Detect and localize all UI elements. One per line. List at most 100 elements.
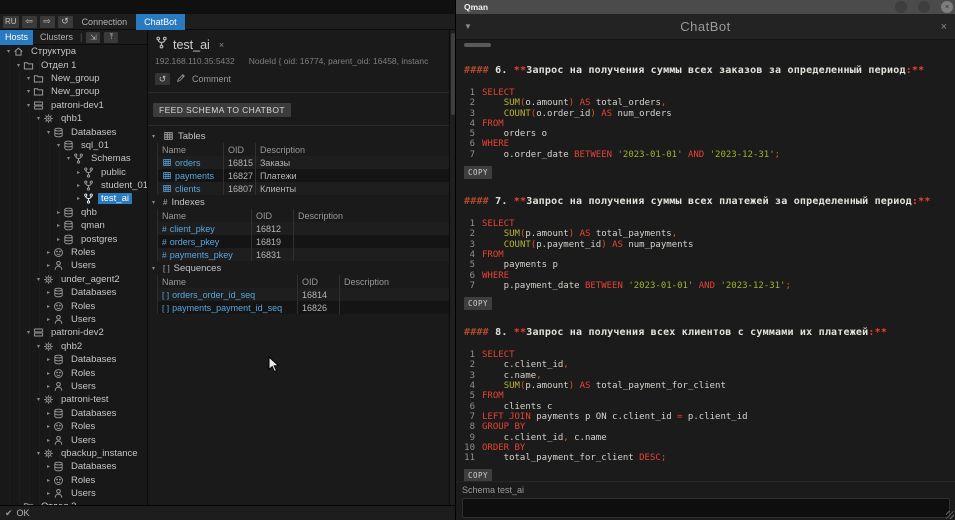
column-header-oid[interactable]: OID — [252, 209, 294, 222]
chatbot-close-icon[interactable]: × — [941, 21, 947, 33]
tree-item-структура[interactable]: ▾Структура — [0, 45, 147, 58]
minimize-button[interactable] — [895, 1, 907, 13]
tree-item-databases[interactable]: ▸Databases — [0, 407, 147, 420]
tab-hosts[interactable]: Hosts — [0, 30, 33, 45]
object-name-cell[interactable]: [ ]orders_order_id_seq — [158, 288, 298, 301]
tree-item-patroni-dev2[interactable]: ▾patroni-dev2 — [0, 326, 147, 339]
tree-item-roles[interactable]: ▸Roles — [0, 474, 147, 487]
object-name-cell[interactable]: [ ]payments_payment_id_seq — [158, 301, 298, 314]
table-row-payments-pkey[interactable]: #payments_pkey16831 — [158, 248, 449, 261]
close-button[interactable]: × — [941, 1, 953, 13]
tree-item-databases[interactable]: ▸Databases — [0, 460, 147, 473]
expanded-arrow-icon[interactable]: ▾ — [152, 265, 159, 272]
tree-item-roles[interactable]: ▸Roles — [0, 299, 147, 312]
collapsed-arrow-icon[interactable]: ▸ — [54, 209, 63, 216]
table-row-orders-pkey[interactable]: #orders_pkey16819 — [158, 235, 449, 248]
resize-grip[interactable] — [946, 511, 954, 519]
table-row-orders-order-id-seq[interactable]: [ ]orders_order_id_seq16814 — [158, 288, 449, 301]
expanded-arrow-icon[interactable]: ▾ — [24, 102, 33, 109]
section-header-tables[interactable]: ▾Tables — [148, 129, 449, 143]
object-name-cell[interactable]: #orders_pkey — [158, 235, 252, 248]
tree-item-qbackup-instance[interactable]: ▾qbackup_instance — [0, 447, 147, 460]
collapsed-arrow-icon[interactable]: ▸ — [44, 410, 53, 417]
tree-item-patroni-dev1[interactable]: ▾patroni-dev1 — [0, 99, 147, 112]
schema-tab-close-icon[interactable]: × — [219, 40, 224, 50]
tree-item-qhb[interactable]: ▸qhb — [0, 206, 147, 219]
collapsed-arrow-icon[interactable]: ▸ — [74, 169, 83, 176]
section-header-indexes[interactable]: ▾#Indexes — [148, 195, 449, 209]
chat-message-input[interactable] — [462, 498, 950, 518]
tree-item-users[interactable]: ▸Users — [0, 313, 147, 326]
expanded-arrow-icon[interactable]: ▾ — [34, 343, 43, 350]
tab-connection[interactable]: Connection — [82, 17, 128, 27]
collapsed-arrow-icon[interactable]: ▸ — [44, 249, 53, 256]
tree-item-schemas[interactable]: ▾Schemas — [0, 152, 147, 165]
tree-item-qhb2[interactable]: ▾qhb2 — [0, 340, 147, 353]
tree-item-users[interactable]: ▸Users — [0, 380, 147, 393]
expanded-arrow-icon[interactable]: ▾ — [152, 133, 159, 140]
tree-item-qman[interactable]: ▸qman — [0, 219, 147, 232]
language-button[interactable]: RU — [3, 16, 19, 28]
table-row-orders[interactable]: orders16815Заказы — [158, 156, 449, 169]
maximize-button[interactable] — [918, 1, 930, 13]
column-header-name[interactable]: Name — [158, 143, 224, 156]
table-row-clients[interactable]: clients16807Клиенты — [158, 182, 449, 195]
tree-item-users[interactable]: ▸Users — [0, 487, 147, 500]
expand-top-button[interactable]: ⤒ — [104, 32, 118, 43]
object-name-cell[interactable]: payments — [158, 169, 224, 182]
object-name-cell[interactable]: #client_pkey — [158, 222, 252, 235]
expanded-arrow-icon[interactable]: ▾ — [24, 329, 33, 336]
column-header-oid[interactable]: OID — [224, 143, 256, 156]
tree-item-postgres[interactable]: ▸postgres — [0, 232, 147, 245]
tree-item-under-agent2[interactable]: ▾under_agent2 — [0, 273, 147, 286]
tree-item-new-group[interactable]: ▾New_group — [0, 85, 147, 98]
tree-item-roles[interactable]: ▸Roles — [0, 366, 147, 379]
tree-item-sql-01[interactable]: ▾sql_01 — [0, 139, 147, 152]
collapsed-arrow-icon[interactable]: ▸ — [44, 437, 53, 444]
tab-clusters[interactable]: Clusters — [37, 32, 76, 42]
collapse-all-button[interactable]: ⇲ — [86, 32, 100, 43]
column-header-oid[interactable]: OID — [298, 275, 340, 288]
collapsed-arrow-icon[interactable]: ▸ — [44, 356, 53, 363]
tree-item-databases[interactable]: ▾Databases — [0, 125, 147, 138]
collapsed-arrow-icon[interactable]: ▸ — [44, 289, 53, 296]
collapsed-arrow-icon[interactable]: ▸ — [54, 236, 63, 243]
collapsed-arrow-icon[interactable]: ▸ — [74, 182, 83, 189]
expanded-arrow-icon[interactable]: ▾ — [64, 155, 73, 162]
tree-item-public[interactable]: ▸public — [0, 166, 147, 179]
tree-item-users[interactable]: ▸Users — [0, 259, 147, 272]
refresh-button[interactable]: ↺ — [58, 16, 73, 28]
tree-item-users[interactable]: ▸Users — [0, 433, 147, 446]
column-header-description[interactable]: Description — [294, 209, 449, 222]
expanded-arrow-icon[interactable]: ▾ — [34, 450, 43, 457]
expanded-arrow-icon[interactable]: ▾ — [152, 199, 159, 206]
tree-item-student-01[interactable]: ▸student_01 — [0, 179, 147, 192]
schema-refresh-button[interactable]: ↺ — [155, 73, 170, 85]
tree-item-roles[interactable]: ▸Roles — [0, 420, 147, 433]
collapsed-arrow-icon[interactable]: ▸ — [44, 463, 53, 470]
expanded-arrow-icon[interactable]: ▾ — [54, 142, 63, 149]
tree-item-test-ai[interactable]: ▸test_ai — [0, 192, 147, 205]
object-name-cell[interactable]: orders — [158, 156, 224, 169]
collapsed-arrow-icon[interactable]: ▸ — [44, 423, 53, 430]
section-header-sequences[interactable]: ▾[ ]Sequences — [148, 261, 449, 275]
tree-item-отдел-1[interactable]: ▾Отдел 1 — [0, 58, 147, 71]
copy-button[interactable]: COPY — [464, 469, 492, 481]
expanded-arrow-icon[interactable]: ▾ — [24, 75, 33, 82]
column-header-description[interactable]: Description — [340, 275, 449, 288]
chevron-down-icon[interactable]: ▼ — [464, 22, 472, 31]
tree-item-databases[interactable]: ▸Databases — [0, 353, 147, 366]
collapsed-arrow-icon[interactable]: ▸ — [44, 370, 53, 377]
collapsed-arrow-icon[interactable]: ▸ — [74, 195, 83, 202]
collapsed-arrow-icon[interactable]: ▸ — [44, 383, 53, 390]
expanded-arrow-icon[interactable]: ▾ — [14, 62, 23, 69]
collapsed-arrow-icon[interactable]: ▸ — [44, 262, 53, 269]
collapsed-arrow-icon[interactable]: ▸ — [44, 477, 53, 484]
column-header-description[interactable]: Description — [256, 143, 449, 156]
collapsed-arrow-icon[interactable]: ▸ — [54, 222, 63, 229]
collapsed-arrow-icon[interactable]: ▸ — [44, 490, 53, 497]
comment-label[interactable]: Comment — [192, 74, 231, 84]
table-row-payments[interactable]: payments16827Платежи — [158, 169, 449, 182]
expanded-arrow-icon[interactable]: ▾ — [34, 396, 43, 403]
tree-item-patroni-test[interactable]: ▾patroni-test — [0, 393, 147, 406]
